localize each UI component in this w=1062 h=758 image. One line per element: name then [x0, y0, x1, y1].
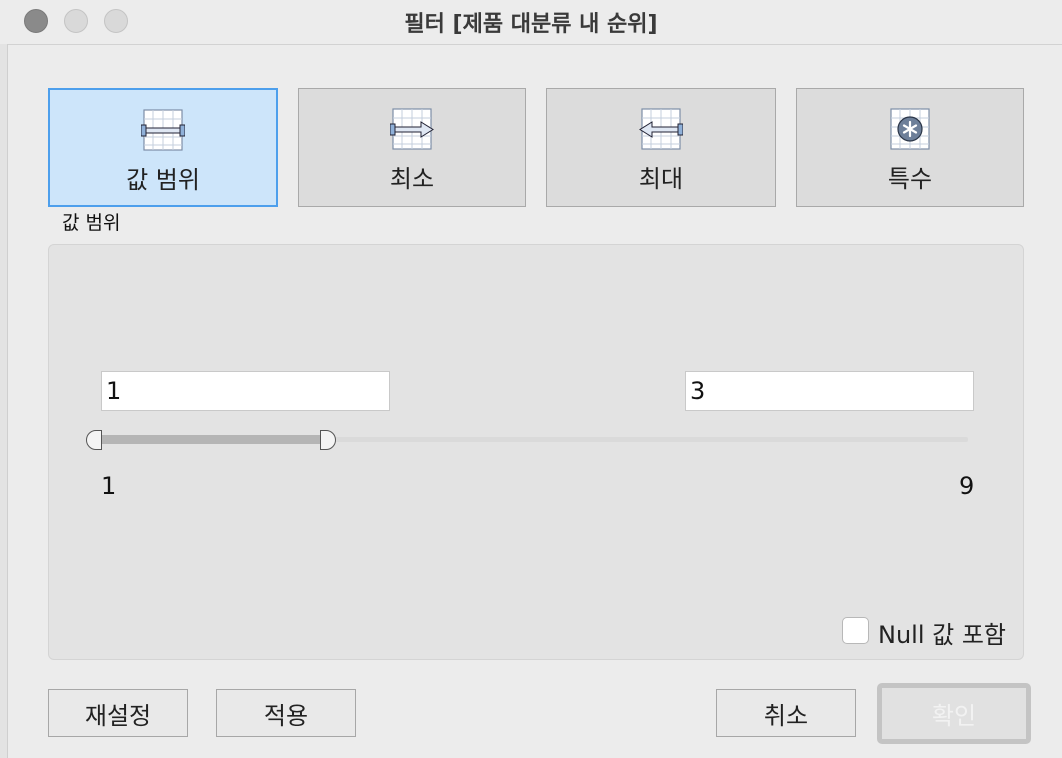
include-null-checkbox[interactable] — [842, 617, 869, 644]
range-min-label: 1 — [101, 472, 117, 500]
range-panel — [48, 244, 1024, 660]
max-value-input[interactable] — [685, 371, 974, 411]
min-value-input[interactable] — [101, 371, 390, 411]
ok-button[interactable]: 확인 — [877, 683, 1031, 744]
section-label: 값 범위 — [62, 212, 121, 234]
range-icon — [141, 109, 185, 151]
special-mode-button[interactable]: 특수 — [796, 88, 1024, 207]
range-slider-min-handle[interactable] — [86, 430, 102, 450]
range-mode-label: 값 범위 — [126, 166, 200, 194]
window-edge — [0, 44, 8, 758]
reset-button[interactable]: 재설정 — [48, 689, 188, 737]
special-mode-label: 특수 — [887, 165, 933, 193]
window-title: 필터 [제품 대분류 내 순위] — [404, 12, 658, 37]
special-icon — [890, 108, 930, 150]
include-null-label[interactable]: Null 값 포함 — [878, 615, 1006, 650]
at-most-mode-label: 최대 — [638, 165, 684, 193]
at-most-mode-button[interactable]: 최대 — [546, 88, 776, 207]
at-least-mode-label: 최소 — [389, 165, 435, 193]
at-least-mode-button[interactable]: 최소 — [298, 88, 526, 207]
range-slider-selection — [96, 435, 326, 444]
at-most-icon — [639, 108, 683, 150]
cancel-button[interactable]: 취소 — [716, 689, 856, 737]
title-bar: 필터 [제품 대분류 내 순위] — [0, 0, 1062, 45]
range-mode-button[interactable]: 값 범위 — [48, 88, 278, 207]
apply-button[interactable]: 적용 — [216, 689, 356, 737]
at-least-icon — [390, 108, 434, 150]
range-max-label: 9 — [959, 472, 975, 500]
